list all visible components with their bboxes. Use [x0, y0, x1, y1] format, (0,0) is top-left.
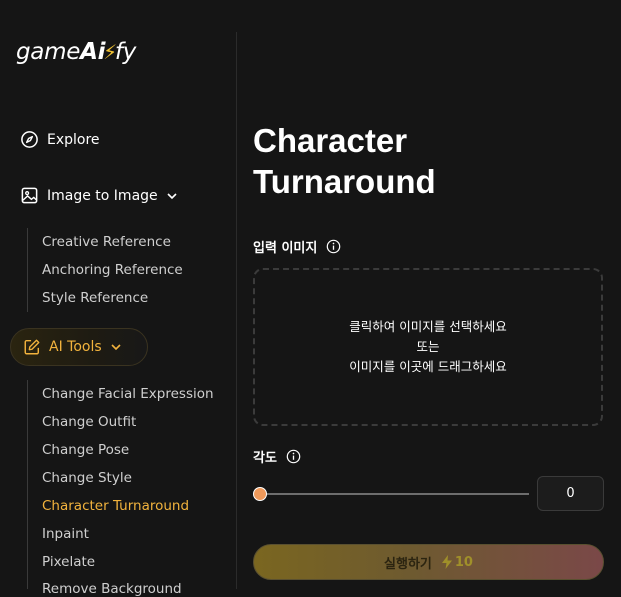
edit-icon	[24, 339, 40, 355]
run-button[interactable]: 실행하기 10	[253, 544, 604, 580]
input-image-label-text: 입력 이미지	[253, 241, 318, 256]
run-button-label: 실행하기	[384, 556, 432, 572]
slider-track	[259, 493, 529, 495]
image-icon	[21, 187, 38, 204]
credit-cost-value: 10	[454, 554, 473, 570]
sidebar-item-creative-reference[interactable]: Creative Reference	[42, 234, 171, 250]
sidebar-item-anchoring-reference[interactable]: Anchoring Reference	[42, 262, 183, 278]
info-icon[interactable]	[286, 449, 301, 464]
dropzone-line3: 이미지를 이곳에 드래그하세요	[349, 359, 507, 374]
sidebar-item-remove-background[interactable]: Remove Background	[42, 581, 182, 597]
gameaify-logo[interactable]: game Ai ⚡ fy	[16, 32, 136, 72]
nav-image-to-image-label: Image to Image	[47, 187, 158, 204]
sidebar-item-style-reference[interactable]: Style Reference	[42, 290, 148, 306]
angle-value-input[interactable]: 0	[537, 476, 604, 511]
input-image-label: 입력 이미지	[253, 237, 341, 256]
credit-cost: 10	[441, 555, 473, 570]
compass-icon	[21, 131, 38, 148]
sidebar-divider	[236, 32, 237, 589]
submenu-line	[27, 380, 28, 589]
sidebar-item-inpaint[interactable]: Inpaint	[42, 526, 89, 542]
page-title-line1: Character	[253, 122, 408, 159]
image-dropzone[interactable]: 클릭하여 이미지를 선택하세요 또는 이미지를 이곳에 드래그하세요	[253, 268, 603, 426]
slider-thumb[interactable]	[253, 487, 267, 501]
chevron-down-icon	[167, 192, 177, 199]
angle-slider[interactable]	[253, 485, 529, 503]
sidebar: game Ai ⚡ fy Explore Image to Image Creativ…	[0, 0, 236, 597]
logo-prefix: game	[16, 39, 81, 65]
sidebar-item-change-outfit[interactable]: Change Outfit	[42, 414, 136, 430]
sidebar-item-change-style[interactable]: Change Style	[42, 470, 132, 486]
sidebar-item-pixelate[interactable]: Pixelate	[42, 554, 95, 570]
angle-label: 각도	[253, 447, 301, 466]
info-icon[interactable]	[326, 239, 341, 254]
main-panel: Character Turnaround 입력 이미지 클릭하여 이미지를 선택…	[253, 0, 605, 589]
dropzone-line2: 또는	[416, 339, 440, 354]
chevron-down-icon	[111, 344, 121, 351]
nav-explore[interactable]: Explore	[20, 130, 100, 149]
nav-image-to-image[interactable]: Image to Image	[20, 186, 186, 205]
logo-ai: Ai	[80, 39, 106, 65]
sidebar-item-character-turnaround[interactable]: Character Turnaround	[42, 498, 189, 514]
page-title-line2: Turnaround	[253, 163, 436, 200]
bolt-icon	[441, 555, 452, 569]
nav-ai-tools-label: AI Tools	[49, 339, 102, 355]
nav-ai-tools[interactable]: AI Tools	[10, 328, 148, 366]
logo-suffix: fy	[114, 39, 137, 65]
dropzone-line1: 클릭하여 이미지를 선택하세요	[349, 319, 507, 334]
angle-label-text: 각도	[253, 451, 277, 466]
sidebar-item-change-facial-expression[interactable]: Change Facial Expression	[42, 386, 214, 402]
sidebar-item-change-pose[interactable]: Change Pose	[42, 442, 129, 458]
submenu-line	[27, 228, 28, 312]
page-title: Character Turnaround	[253, 120, 613, 202]
nav-explore-label: Explore	[47, 131, 100, 148]
